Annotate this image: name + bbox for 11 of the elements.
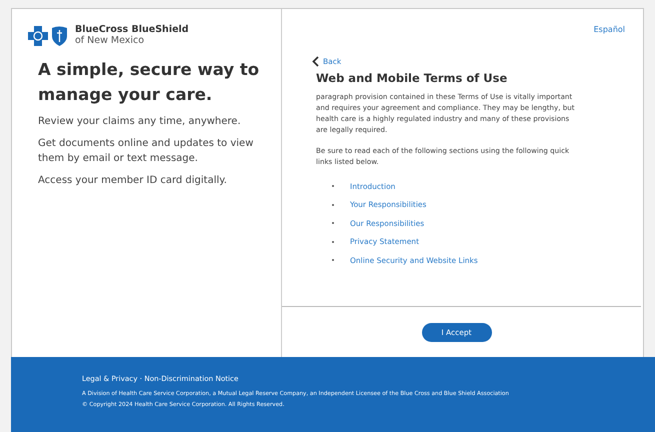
promo-text: Access your member ID card digitally. bbox=[38, 174, 228, 188]
shield-logo-icon bbox=[51, 26, 68, 46]
promo-heading: A simple, secure way to manage your care. bbox=[38, 59, 260, 106]
chevron-left-icon bbox=[312, 56, 319, 67]
terms-title: Web and Mobile Terms of Use bbox=[316, 71, 508, 85]
brand-region: of New Mexico bbox=[75, 35, 146, 46]
cross-logo-icon bbox=[28, 26, 48, 46]
language-link[interactable]: Español bbox=[594, 25, 625, 34]
promo-text: Review your claims any time, anywhere. bbox=[38, 115, 242, 129]
promo-text: Get documents online and updates to view them by email or text message. bbox=[38, 137, 254, 166]
brand-name: BlueCross BlueShield bbox=[75, 25, 189, 35]
